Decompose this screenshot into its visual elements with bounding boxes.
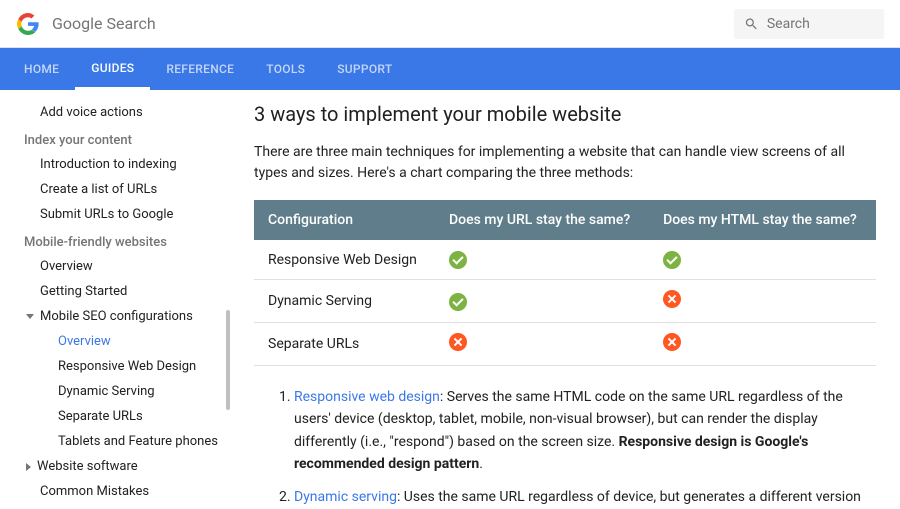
nav-guides[interactable]: GUIDES (75, 48, 150, 90)
main: Add voice actions Index your content Int… (0, 90, 900, 509)
check-icon (663, 251, 681, 269)
sidebar-seo-rwd[interactable]: Responsive Web Design (8, 354, 230, 379)
cell-html (649, 323, 876, 366)
header: Google Search (0, 0, 900, 48)
sidebar-overview[interactable]: Overview (8, 254, 230, 279)
table-row: Dynamic Serving (254, 280, 876, 323)
cell-url (435, 240, 649, 280)
cell-config: Responsive Web Design (254, 240, 435, 280)
list-item: Responsive web design: Serves the same H… (294, 386, 876, 476)
sidebar-heading-index: Index your content (8, 125, 230, 152)
cell-html (649, 240, 876, 280)
sidebar-seo-overview[interactable]: Overview (8, 329, 230, 354)
search-input[interactable] (767, 16, 874, 32)
th-config: Configuration (254, 200, 435, 240)
th-url: Does my URL stay the same? (435, 200, 649, 240)
intro-text: There are three main techniques for impl… (254, 142, 876, 184)
link-rwd[interactable]: Responsive web design (294, 389, 440, 405)
comparison-table: Configuration Does my URL stay the same?… (254, 200, 876, 366)
cell-url (435, 323, 649, 366)
google-logo[interactable] (16, 12, 40, 36)
sidebar-website-software[interactable]: Website software (8, 454, 230, 479)
sidebar-seo-separate[interactable]: Separate URLs (8, 404, 230, 429)
nav-tools[interactable]: TOOLS (250, 48, 321, 90)
nav-support[interactable]: SUPPORT (321, 48, 408, 90)
link-dynamic[interactable]: Dynamic serving (294, 489, 397, 505)
content: 3 ways to implement your mobile website … (230, 90, 900, 509)
table-row: Responsive Web Design (254, 240, 876, 280)
nav-bar: HOME GUIDES REFERENCE TOOLS SUPPORT (0, 48, 900, 90)
th-html: Does my HTML stay the same? (649, 200, 876, 240)
page-title: 3 ways to implement your mobile website (254, 102, 876, 126)
cell-html (649, 280, 876, 323)
cell-config: Separate URLs (254, 323, 435, 366)
check-icon (449, 251, 467, 269)
nav-home[interactable]: HOME (8, 48, 75, 90)
nav-reference[interactable]: REFERENCE (150, 48, 250, 90)
search-icon (744, 15, 759, 33)
methods-list: Responsive web design: Serves the same H… (254, 386, 876, 509)
sidebar: Add voice actions Index your content Int… (0, 90, 230, 509)
sidebar-create-urls[interactable]: Create a list of URLs (8, 177, 230, 202)
sidebar-mobile-seo[interactable]: Mobile SEO configurations (8, 304, 230, 329)
sidebar-common-mistakes[interactable]: Common Mistakes (8, 479, 230, 504)
x-icon (663, 290, 681, 308)
cell-url (435, 280, 649, 323)
search-box[interactable] (734, 9, 884, 39)
product-name: Google Search (52, 14, 156, 33)
check-icon (449, 293, 467, 311)
x-icon (449, 333, 467, 351)
sidebar-faq[interactable]: FAQ (8, 504, 230, 509)
sidebar-getting-started[interactable]: Getting Started (8, 279, 230, 304)
sidebar-intro-indexing[interactable]: Introduction to indexing (8, 152, 230, 177)
x-icon (663, 333, 681, 351)
sidebar-heading-mobile: Mobile-friendly websites (8, 227, 230, 254)
sidebar-add-voice[interactable]: Add voice actions (8, 100, 230, 125)
list-item: Dynamic serving: Uses the same URL regar… (294, 486, 876, 509)
cell-config: Dynamic Serving (254, 280, 435, 323)
sidebar-seo-dynamic[interactable]: Dynamic Serving (8, 379, 230, 404)
scrollbar-thumb[interactable] (226, 310, 230, 410)
table-row: Separate URLs (254, 323, 876, 366)
sidebar-submit-urls[interactable]: Submit URLs to Google (8, 202, 230, 227)
sidebar-seo-tablets[interactable]: Tablets and Feature phones (8, 429, 230, 454)
